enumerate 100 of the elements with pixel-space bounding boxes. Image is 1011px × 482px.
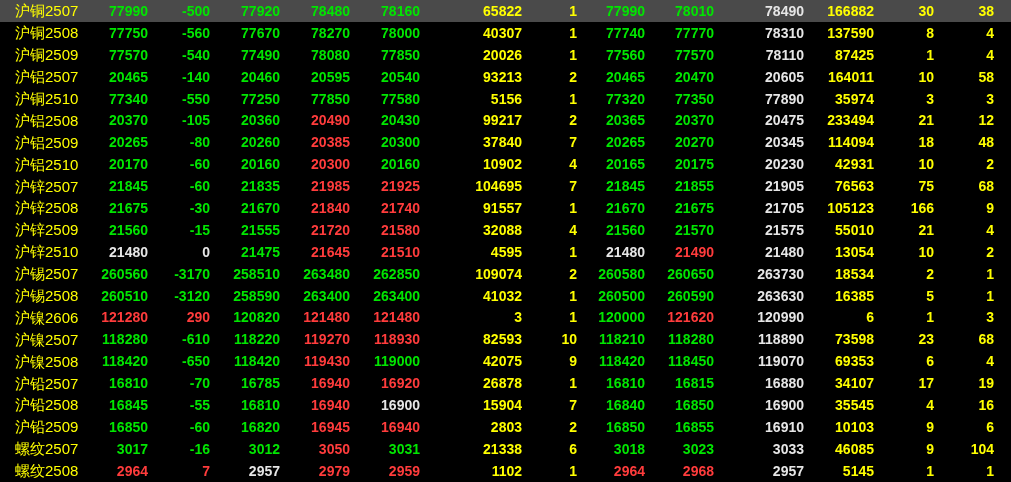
contract-name: 沪铝2508 (14, 112, 80, 128)
table-cell-text: 78160 (380, 3, 420, 18)
table-cell-text: 10103 (834, 419, 874, 434)
table-cell-text: 5156 (489, 91, 522, 106)
table-cell-text: 12 (977, 113, 994, 128)
table-cell-text: 40307 (482, 25, 522, 40)
table-cell-text: 34107 (834, 376, 874, 391)
table-cell-text: 6 (985, 419, 994, 434)
contract-name: 沪铜2510 (14, 91, 80, 106)
table-cell-text: 4 (568, 157, 577, 172)
table-cell-text: 6 (865, 310, 874, 325)
table-cell-text: 37840 (482, 135, 522, 150)
table-cell-text: 4 (985, 47, 994, 62)
contract-name: 沪铅2508 (14, 397, 80, 413)
table-cell-text: 1 (985, 463, 994, 478)
table-cell-text: 3033 (771, 441, 804, 456)
table-cell-text: 21835 (240, 179, 280, 194)
table-cell-text: 1 (985, 266, 994, 281)
table-cell-text: -540 (180, 47, 210, 62)
table-cell-text: 3050 (317, 441, 350, 456)
table-cell-text: 82593 (482, 332, 522, 347)
table-cell-text: 38 (977, 3, 994, 18)
table-cell-text: 20230 (764, 157, 804, 172)
table-cell-text: 21580 (380, 222, 420, 237)
table-cell-text: 260560 (100, 266, 148, 281)
table-cell-text: 120000 (597, 310, 645, 325)
table-cell-text: 3 (925, 91, 934, 106)
table-cell-text: -60 (188, 179, 210, 194)
table-cell-text: 2 (568, 266, 577, 281)
table-cell-text: 21670 (605, 200, 645, 215)
table-cell-text: 20300 (310, 157, 350, 172)
table-cell-text: 21480 (764, 244, 804, 259)
table-cell-text: 21675 (108, 200, 148, 215)
table-cell-text: 2 (985, 244, 994, 259)
table-cell-text: 35545 (834, 397, 874, 412)
table-cell-text: 20165 (605, 157, 645, 172)
table-cell-text: 23 (917, 332, 934, 347)
table-cell-text: 16880 (764, 376, 804, 391)
table-cell-text: 21480 (108, 244, 148, 259)
table-cell-text: 2 (568, 69, 577, 84)
table-cell-text: 77920 (240, 3, 280, 18)
table-cell-text: 18534 (834, 266, 874, 281)
table-cell-text: 260650 (666, 266, 714, 281)
table-cell-text: 20370 (108, 113, 148, 128)
table-cell-text: 4 (568, 222, 577, 237)
table-cell-text: 2 (568, 113, 577, 128)
table-cell-text: 7 (568, 397, 577, 412)
contract-name: 沪铜2509 (14, 47, 80, 63)
table-cell-text: 118420 (598, 354, 645, 369)
table-cell-text: 260510 (100, 288, 148, 303)
table-cell-text: 77750 (108, 25, 148, 40)
table-cell-text: 21475 (240, 244, 280, 259)
table-row[interactable]: 沪铜2507 77990 -500 77920 78480 78160 65822 1 77990 78010 78490 166882 30 38 (0, 0, 1011, 22)
table-cell-text: 118420 (233, 354, 280, 369)
table-cell-text: 7 (568, 135, 577, 150)
table-cell-text: 21845 (108, 179, 148, 194)
contract-name: 沪镍2508 (14, 353, 80, 369)
table-cell-text: 2959 (387, 463, 420, 478)
table-cell-text: -60 (188, 419, 210, 434)
table-cell-text: 290 (185, 310, 210, 325)
table-cell-text: 233494 (826, 113, 874, 128)
table-cell-text: 1 (568, 25, 577, 40)
table-cell-text: 1 (925, 47, 934, 62)
table-cell-text: -500 (180, 3, 210, 18)
table-cell-text: 32088 (482, 222, 522, 237)
table-cell-text: 77890 (764, 91, 804, 106)
table-cell-text: 263630 (756, 288, 804, 303)
table-cell-text: 9 (568, 354, 577, 369)
table-cell-text: 41032 (482, 288, 522, 303)
table-cell-text: 77770 (674, 25, 714, 40)
contract-name: 沪锌2508 (14, 200, 80, 216)
table-cell-text: 21855 (674, 179, 714, 194)
table-cell-text: -80 (188, 135, 210, 150)
table-cell-text: 16910 (764, 419, 804, 434)
table-cell-text: 109074 (474, 266, 522, 281)
table-cell-text: 73598 (834, 332, 874, 347)
table-cell-text: 16940 (310, 376, 350, 391)
table-cell-text: 20300 (380, 135, 420, 150)
table-cell-text: 118280 (667, 332, 714, 347)
table-cell-text: 68 (977, 332, 994, 347)
table-cell-text: -16 (188, 441, 210, 456)
table-cell-text: 16820 (240, 419, 280, 434)
table-cell-text: 1 (568, 463, 577, 478)
table-cell-text: 20605 (764, 69, 804, 84)
table-cell-text: 3018 (612, 441, 645, 456)
table-cell-text: 77490 (240, 47, 280, 62)
table-cell-text: 8 (925, 25, 934, 40)
table-cell-text: 1 (925, 463, 934, 478)
table-cell-text: 1 (568, 244, 577, 259)
table-cell-text: -15 (188, 222, 210, 237)
contract-name: 沪铅2509 (14, 419, 80, 435)
table-cell-text: 21925 (380, 179, 420, 194)
table-cell-text: 104695 (474, 179, 522, 194)
contract-name: 螺纹2507 (14, 441, 80, 457)
table-cell-text: -140 (180, 69, 210, 84)
table-cell-text: 21845 (605, 179, 645, 194)
table-cell-text: 20270 (674, 135, 714, 150)
table-cell-text: 1 (568, 91, 577, 106)
table-cell-text: 121480 (372, 310, 420, 325)
table-cell-text: 16900 (380, 397, 420, 412)
